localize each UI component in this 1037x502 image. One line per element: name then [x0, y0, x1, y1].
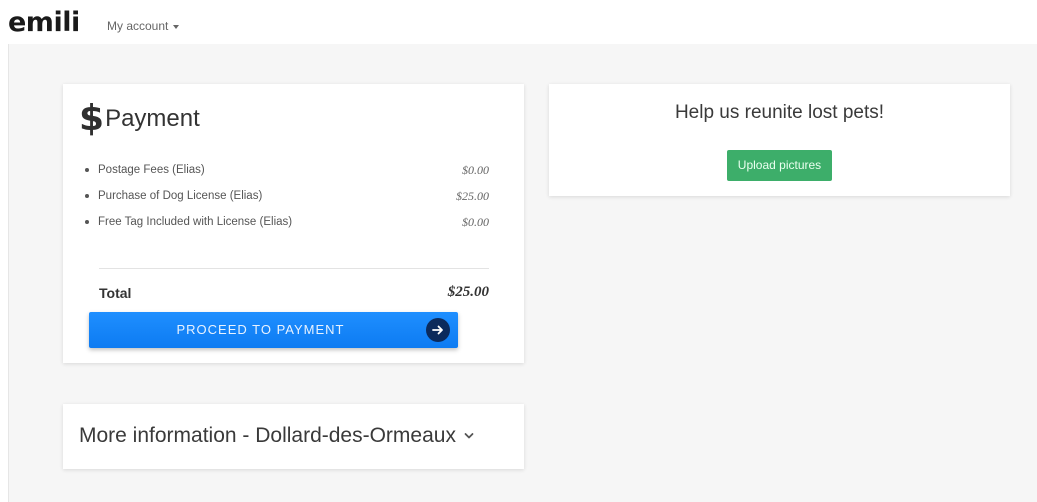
bullet-icon [85, 220, 89, 224]
line-item: Postage Fees (Elias) $0.00 [85, 157, 489, 183]
line-item-label: Purchase of Dog License (Elias) [98, 190, 263, 202]
total-row: Total $25.00 [99, 284, 489, 301]
bullet-icon [85, 168, 89, 172]
line-item-amount: $0.00 [462, 162, 489, 177]
caret-down-icon [173, 24, 180, 29]
arrow-right-icon [426, 318, 450, 342]
proceed-button-label: PROCEED TO PAYMENT [176, 322, 345, 337]
payment-title: Payment [105, 105, 200, 132]
emili-logo[interactable]: emili [8, 6, 80, 40]
more-information-title: More information - Dollard-des-Ormeaux [79, 424, 456, 447]
my-account-menu[interactable]: My account [107, 18, 180, 34]
line-item: Free Tag Included with License (Elias) $… [85, 209, 489, 235]
line-item-amount: $0.00 [462, 214, 489, 229]
payment-card: $ Payment Postage Fees (Elias) $0.00 Pur… [63, 84, 524, 363]
total-amount: $25.00 [447, 284, 489, 300]
my-account-label: My account [107, 19, 169, 33]
payment-line-items: Postage Fees (Elias) $0.00 Purchase of D… [85, 157, 489, 235]
main-content: $ Payment Postage Fees (Elias) $0.00 Pur… [8, 44, 1037, 502]
dollar-icon: $ [79, 98, 105, 139]
line-item-label: Free Tag Included with License (Elias) [98, 216, 293, 228]
more-information-card[interactable]: More information - Dollard-des-Ormeaux [63, 404, 524, 469]
total-label: Total [99, 284, 132, 301]
proceed-to-payment-button[interactable]: PROCEED TO PAYMENT [89, 312, 458, 348]
chevron-down-icon [464, 433, 474, 439]
upload-pictures-button[interactable]: Upload pictures [727, 150, 832, 181]
bullet-icon [85, 194, 89, 198]
lost-pets-card: Help us reunite lost pets! Upload pictur… [549, 84, 1010, 196]
lost-pets-title: Help us reunite lost pets! [674, 102, 885, 123]
payment-heading: $ Payment [79, 101, 200, 137]
top-bar: emili My account [0, 0, 1037, 44]
total-divider [99, 268, 489, 269]
line-item-label: Postage Fees (Elias) [98, 164, 205, 176]
line-item: Purchase of Dog License (Elias) $25.00 [85, 183, 489, 209]
line-item-amount: $25.00 [456, 188, 489, 203]
